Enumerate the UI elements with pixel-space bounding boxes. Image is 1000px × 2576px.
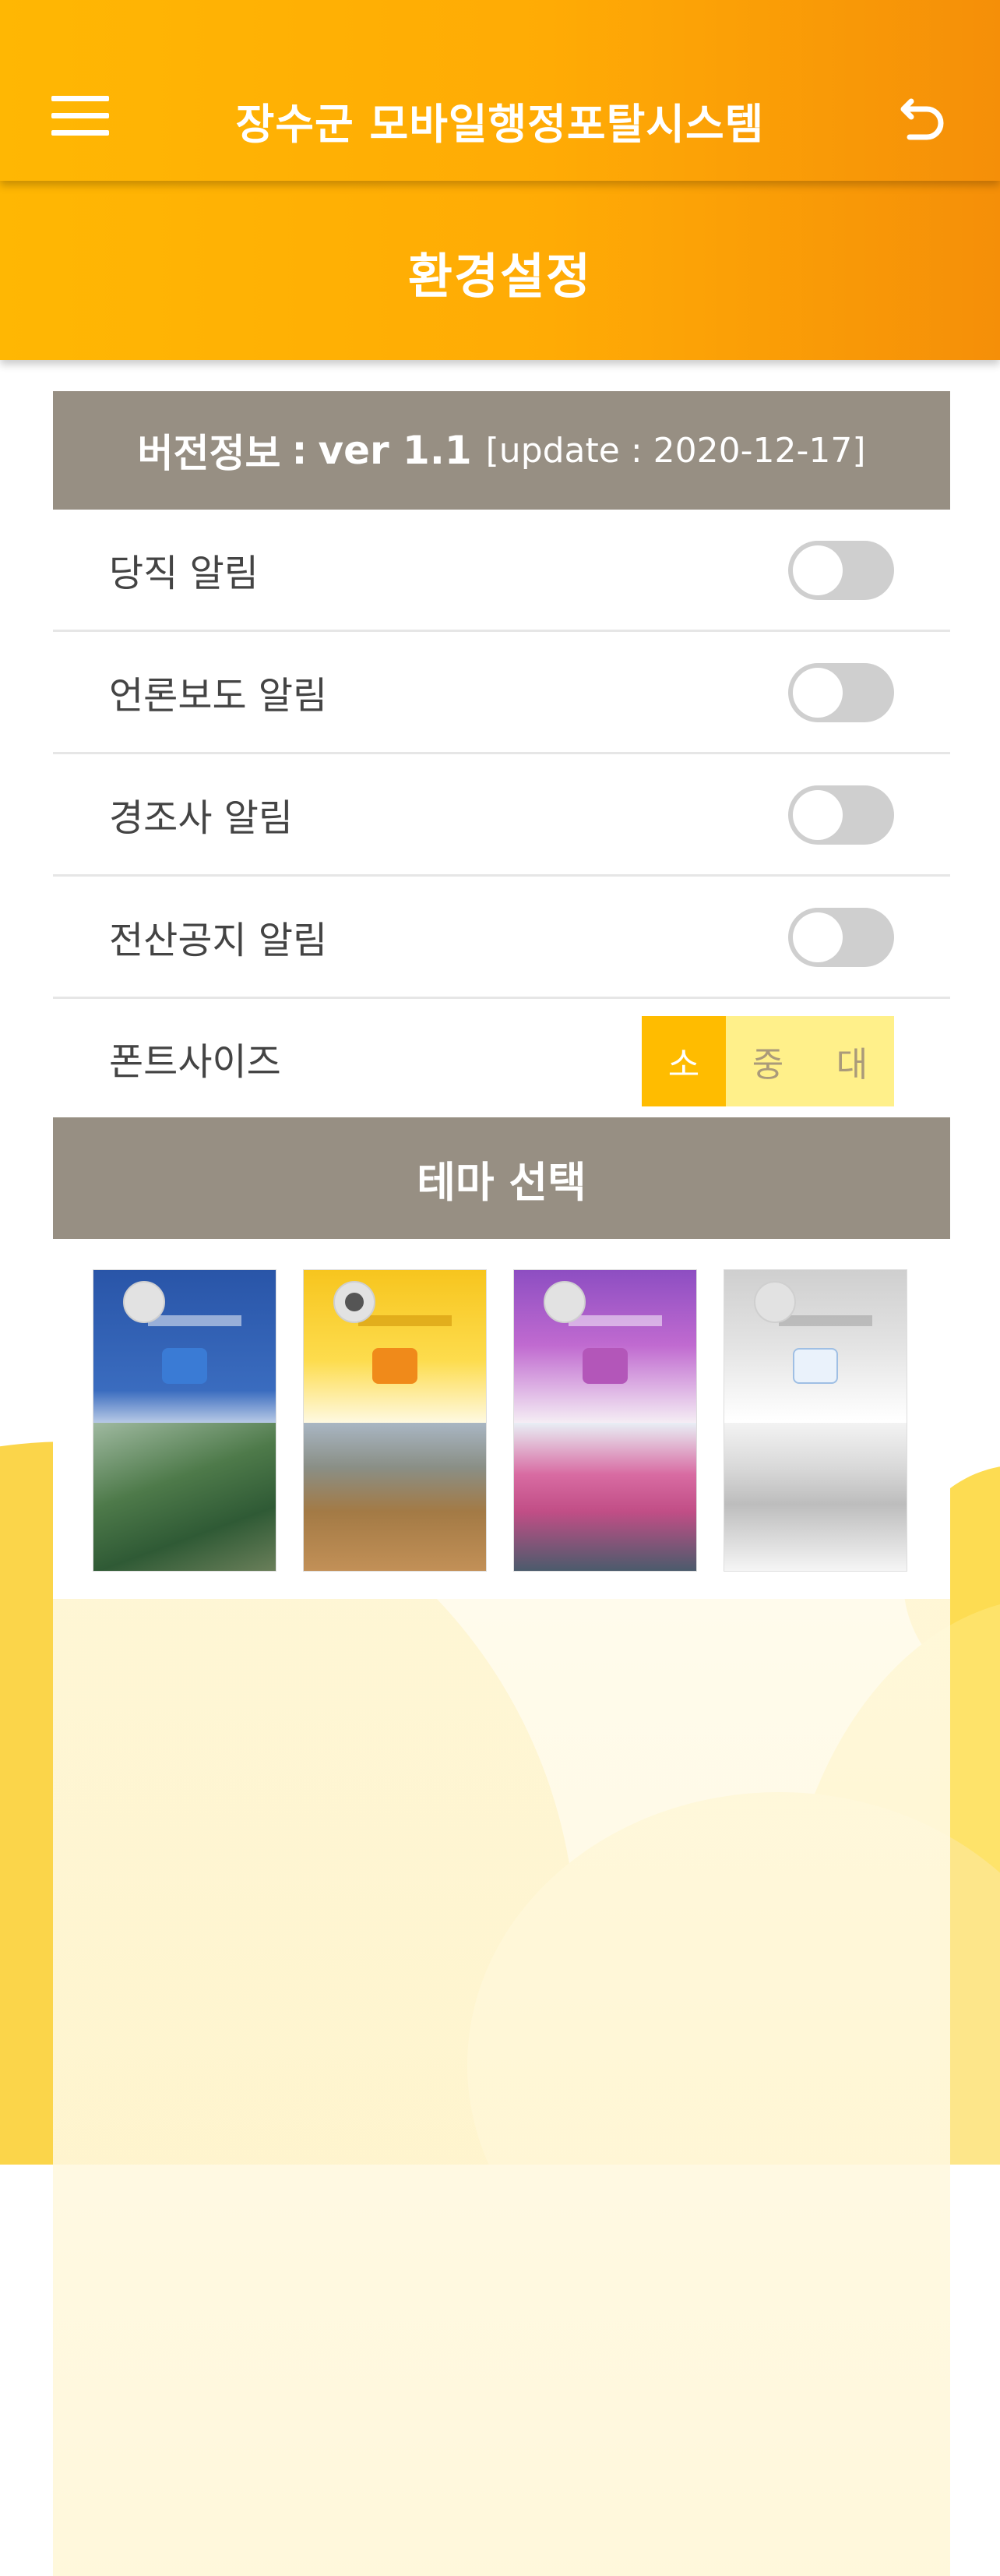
empty-area [53, 1599, 950, 2576]
theme-option-blue-mountain[interactable] [93, 1270, 276, 1571]
theme-radio[interactable] [754, 1281, 796, 1323]
setting-label: 당직 알림 [109, 552, 259, 595]
font-size-small-button[interactable]: 소 [642, 1016, 726, 1106]
app-logo-icon [583, 1348, 628, 1384]
font-size-large-button[interactable]: 대 [810, 1016, 894, 1106]
hamburger-menu-icon[interactable] [51, 92, 109, 139]
back-arrow-icon[interactable] [896, 92, 950, 146]
version-separator: : [291, 428, 308, 473]
app-logo-icon [372, 1348, 417, 1384]
app-bar: 장수군 모바일행정포탈시스템 [0, 0, 1000, 181]
app-logo-icon [162, 1348, 207, 1384]
app-title: 장수군 모바일행정포탈시스템 [235, 100, 765, 149]
setting-row-duty: 당직 알림 [53, 510, 950, 632]
theme-option-yellow-field[interactable] [304, 1270, 486, 1571]
theme-radio-selected[interactable] [333, 1281, 375, 1323]
font-size-selector: 소 중 대 [642, 1016, 894, 1106]
theme-radio[interactable] [544, 1281, 586, 1323]
theme-option-gray-winter[interactable] [724, 1270, 907, 1571]
it-notice-alarm-toggle[interactable] [788, 908, 894, 967]
font-size-medium-button[interactable]: 중 [726, 1016, 810, 1106]
version-info-bar: 버전정보 : ver 1.1 [update : 2020-12-17] [53, 391, 950, 510]
setting-label: 언론보도 알림 [109, 674, 328, 718]
theme-option-purple-blossom[interactable] [514, 1270, 696, 1571]
duty-alarm-toggle[interactable] [788, 541, 894, 600]
page-title: 환경설정 [407, 248, 593, 305]
setting-row-it-notice: 전산공지 알림 [53, 877, 950, 999]
setting-label: 전산공지 알림 [109, 919, 328, 962]
setting-row-press: 언론보도 알림 [53, 632, 950, 754]
font-size-label: 폰트사이즈 [109, 1040, 281, 1084]
settings-card: 버전정보 : ver 1.1 [update : 2020-12-17] 당직 … [53, 391, 950, 2576]
version-value: ver 1.1 [318, 428, 472, 473]
theme-list [53, 1239, 950, 1599]
version-label: 버전정보 [137, 431, 281, 476]
setting-row-events: 경조사 알림 [53, 754, 950, 877]
press-alarm-toggle[interactable] [788, 663, 894, 722]
app-logo-icon [793, 1348, 838, 1384]
theme-section-title: 테마 선택 [53, 1117, 950, 1239]
setting-row-font-size: 폰트사이즈 소 중 대 [53, 999, 950, 1117]
page-header: 환경설정 [0, 181, 1000, 360]
setting-label: 경조사 알림 [109, 796, 294, 840]
version-update-date: [update : 2020-12-17] [485, 430, 866, 471]
events-alarm-toggle[interactable] [788, 785, 894, 845]
theme-radio[interactable] [123, 1281, 165, 1323]
